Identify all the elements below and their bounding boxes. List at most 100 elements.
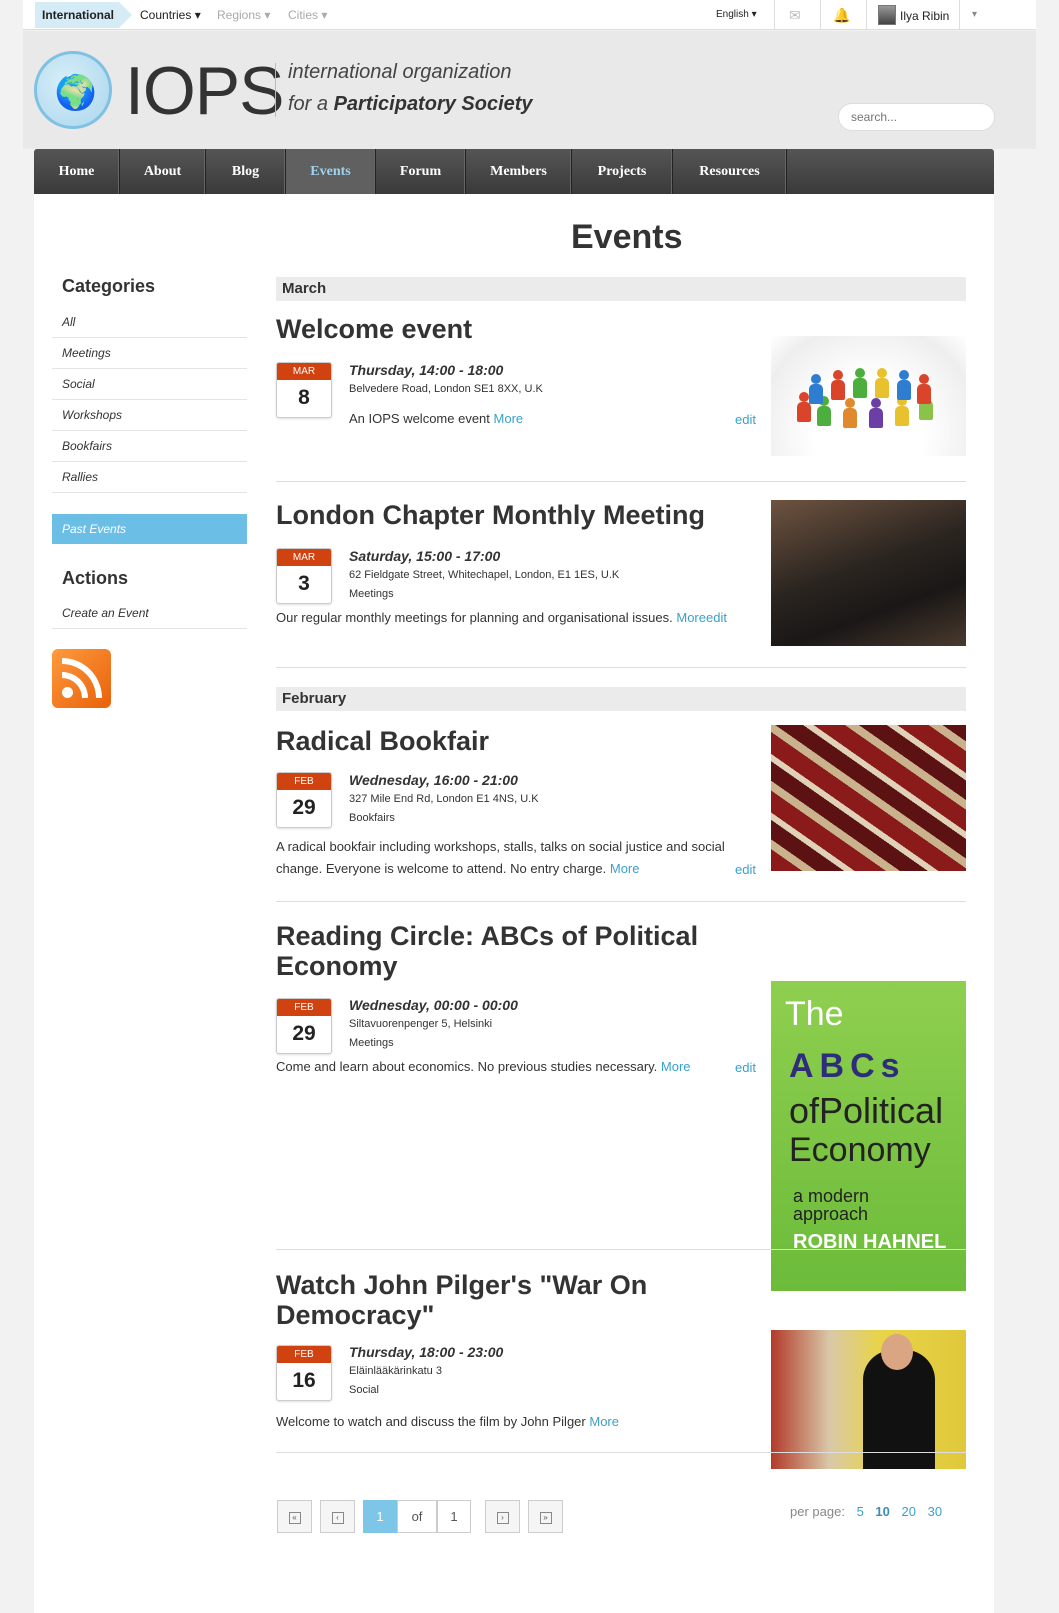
event-image[interactable]: [771, 1330, 966, 1469]
tagline-line1: international organization: [288, 61, 512, 83]
event-title[interactable]: Watch John Pilger's "War On Democracy": [276, 1270, 746, 1330]
event-address: Siltavuorenpenger 5, Helsinki: [349, 1018, 493, 1030]
nav-about[interactable]: About: [120, 149, 206, 194]
category-workshops[interactable]: Workshops: [52, 400, 247, 431]
event-image[interactable]: [771, 500, 966, 646]
avatar[interactable]: [878, 5, 896, 25]
category-rallies[interactable]: Rallies: [52, 462, 247, 493]
edit-link[interactable]: edit: [735, 862, 756, 877]
event-image[interactable]: [771, 336, 966, 456]
main-nav: Home About Blog Events Forum Members Pro…: [34, 149, 994, 194]
event-item: Watch John Pilger's "War On Democracy" F…: [276, 1270, 966, 1469]
event-description: Our regular monthly meetings for plannin…: [276, 610, 727, 625]
event-description: A radical bookfair including workshops, …: [276, 839, 725, 876]
countries-dropdown[interactable]: Countries ▾: [140, 8, 201, 22]
logo-divider: [275, 63, 276, 117]
event-image[interactable]: The ABCs ofPolitical Economy a modern app…: [771, 981, 966, 1291]
nav-home[interactable]: Home: [34, 149, 120, 194]
edit-link[interactable]: edit: [735, 412, 756, 427]
event-description: Welcome to watch and discuss the film by…: [276, 1414, 619, 1429]
site-logo[interactable]: IOPS: [125, 53, 284, 129]
event-time: Thursday, 14:00 - 18:00: [349, 362, 504, 378]
category-social[interactable]: Social: [52, 369, 247, 400]
cities-dropdown[interactable]: Cities ▾: [288, 8, 327, 22]
divider: [276, 1452, 966, 1453]
current-page[interactable]: 1: [363, 1500, 397, 1533]
event-title[interactable]: Reading Circle: ABCs of Political Econom…: [276, 921, 746, 981]
event-time: Wednesday, 16:00 - 21:00: [349, 772, 518, 788]
user-name[interactable]: Ilya Ribin: [900, 9, 949, 23]
last-page-button[interactable]: »: [528, 1500, 563, 1533]
total-pages: 1: [437, 1500, 471, 1533]
event-time: Thursday, 18:00 - 23:00: [349, 1344, 504, 1360]
calendar-date-icon: FEB 16: [276, 1345, 332, 1401]
cover-title-the: The: [785, 995, 844, 1033]
tagline-line2: for a Participatory Society: [288, 93, 533, 115]
next-page-button[interactable]: ›: [485, 1500, 520, 1533]
nav-projects[interactable]: Projects: [572, 149, 673, 194]
mail-icon[interactable]: ✉: [789, 7, 801, 24]
top-bar: International Countries ▾ Regions ▾ Citi…: [23, 0, 1036, 30]
nav-resources[interactable]: Resources: [673, 149, 787, 194]
event-image[interactable]: [771, 725, 966, 871]
user-menu-chevron-icon[interactable]: ▾: [972, 9, 977, 20]
search-input[interactable]: [838, 103, 995, 131]
edit-link[interactable]: edit: [735, 1060, 756, 1075]
nav-members[interactable]: Members: [466, 149, 572, 194]
calendar-date-icon: MAR 8: [276, 362, 332, 418]
prev-page-button[interactable]: ‹: [320, 1500, 355, 1533]
per-page-10[interactable]: 10: [875, 1504, 889, 1519]
divider: [820, 0, 821, 30]
nav-events[interactable]: Events: [286, 149, 376, 194]
nav-blog[interactable]: Blog: [206, 149, 286, 194]
language-selector[interactable]: English ▾: [716, 9, 757, 20]
event-category[interactable]: Meetings: [349, 588, 394, 600]
more-link[interactable]: More: [610, 861, 640, 876]
divider: [276, 667, 966, 668]
past-events-button[interactable]: Past Events: [52, 514, 247, 544]
event-category[interactable]: Meetings: [349, 1037, 394, 1049]
main-content: Events Categories All Meetings Social Wo…: [34, 194, 994, 1613]
scope-international[interactable]: International: [35, 2, 132, 28]
first-page-button[interactable]: «: [277, 1500, 312, 1533]
divider: [959, 0, 960, 30]
category-bookfairs[interactable]: Bookfairs: [52, 431, 247, 462]
cover-economy: Economy: [789, 1131, 931, 1169]
edit-link[interactable]: edit: [706, 610, 727, 625]
regions-dropdown[interactable]: Regions ▾: [217, 8, 270, 22]
calendar-date-icon: FEB 29: [276, 772, 332, 828]
event-category[interactable]: Social: [349, 1384, 379, 1396]
event-description: Come and learn about economics. No previ…: [276, 1059, 691, 1074]
month-header: February: [276, 687, 966, 711]
page-of-label: of: [397, 1500, 437, 1533]
nav-forum[interactable]: Forum: [376, 149, 466, 194]
bell-icon[interactable]: 🔔: [833, 7, 850, 24]
per-page-5[interactable]: 5: [857, 1504, 864, 1519]
more-link[interactable]: More: [676, 610, 706, 625]
rss-icon[interactable]: [52, 649, 111, 708]
event-address: Belvedere Road, London SE1 8XX, U.K: [349, 383, 543, 395]
event-description: An IOPS welcome event More: [349, 411, 524, 426]
more-link[interactable]: More: [661, 1059, 691, 1074]
calendar-date-icon: FEB 29: [276, 998, 332, 1054]
per-page-20[interactable]: 20: [902, 1504, 916, 1519]
calendar-date-icon: MAR 3: [276, 548, 332, 604]
event-address: 62 Fieldgate Street, Whitechapel, London…: [349, 569, 620, 581]
event-item: London Chapter Monthly Meeting MAR 3 Sat…: [276, 500, 966, 660]
cover-subtitle: a modern approach: [793, 1186, 870, 1224]
more-link[interactable]: More: [494, 411, 524, 426]
category-meetings[interactable]: Meetings: [52, 338, 247, 369]
event-address: 327 Mile End Rd, London E1 4NS, U.K: [349, 793, 539, 805]
event-time: Wednesday, 00:00 - 00:00: [349, 997, 518, 1013]
create-event-link[interactable]: Create an Event: [52, 598, 247, 629]
event-item: Reading Circle: ABCs of Political Econom…: [276, 921, 966, 1291]
more-link[interactable]: More: [589, 1414, 619, 1429]
categories-heading: Categories: [62, 276, 156, 296]
category-all[interactable]: All: [52, 307, 247, 338]
per-page-30[interactable]: 30: [928, 1504, 942, 1519]
cover-abc-blocks: ABCs: [789, 1047, 906, 1085]
page-title: Events: [571, 218, 683, 256]
globe-logo-icon[interactable]: 🌍: [34, 51, 112, 129]
event-category[interactable]: Bookfairs: [349, 812, 395, 824]
divider: [276, 901, 966, 902]
